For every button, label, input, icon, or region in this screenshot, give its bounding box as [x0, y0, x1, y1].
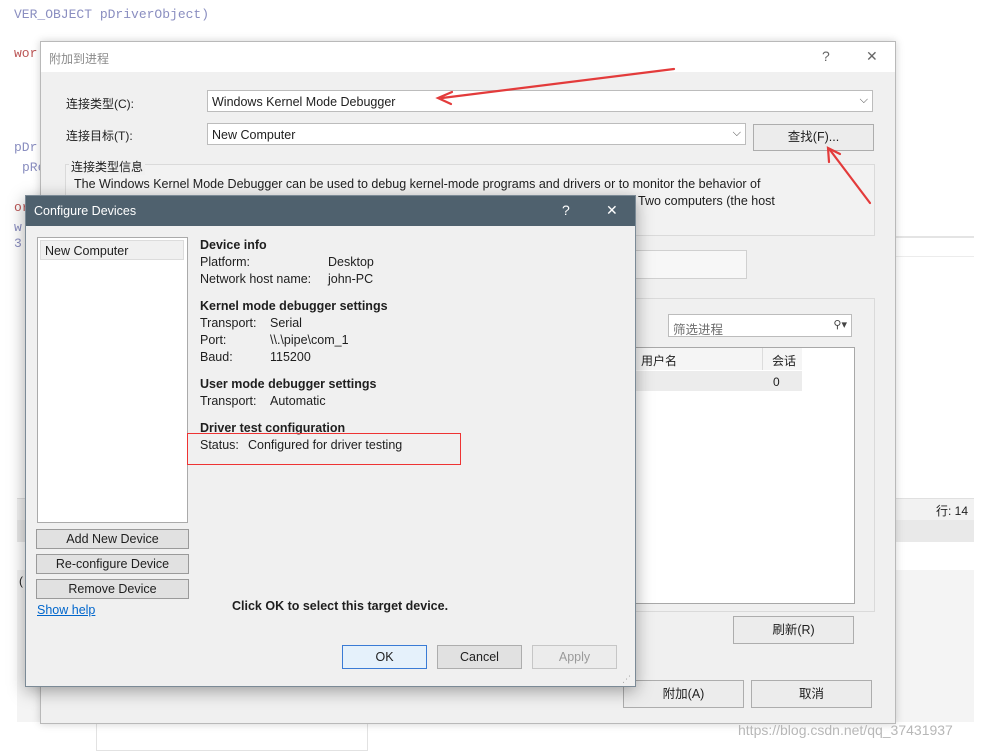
annotation-overlay	[435, 67, 872, 205]
annotation-arrow	[440, 67, 676, 100]
watermark: https://blog.csdn.net/qq_37431937	[738, 722, 953, 738]
annotation-arrow	[828, 148, 872, 205]
